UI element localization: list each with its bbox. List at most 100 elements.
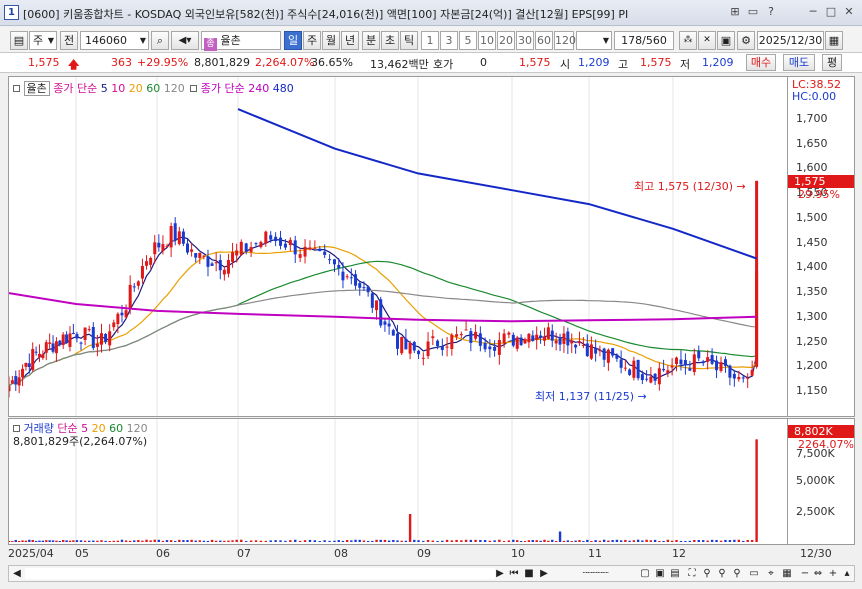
- volume-grid: [75, 419, 674, 544]
- close-icon[interactable]: ✕: [842, 5, 856, 19]
- candle-body: [79, 342, 83, 344]
- legend-stock-name[interactable]: 율촌: [23, 81, 50, 96]
- interval-30-button[interactable]: 30: [516, 31, 534, 50]
- interval-5-button[interactable]: 5: [459, 31, 477, 50]
- tile-icon[interactable]: ⊞: [728, 5, 742, 19]
- interval-60-button[interactable]: 60: [535, 31, 553, 50]
- sell-button[interactable]: 매도: [783, 54, 815, 71]
- low-label: 저: [680, 58, 691, 71]
- volume-toggle-icon[interactable]: [13, 425, 20, 432]
- volume-scale[interactable]: 8,802K 2264.07% 7,500K 5,000K 2,500K: [788, 418, 855, 545]
- volume-bar: [120, 539, 124, 542]
- volume-bar: [371, 540, 374, 542]
- expand-icon[interactable]: ▴: [840, 567, 854, 580]
- calendar-icon[interactable]: ▦: [825, 31, 843, 50]
- high-annotation: 최고 1,575 (12/30) →: [634, 178, 746, 194]
- tool5-icon[interactable]: ▭: [747, 567, 761, 580]
- interval-1-button[interactable]: 1: [421, 31, 439, 50]
- volume-bar: [543, 539, 546, 542]
- period-year-button[interactable]: 년: [341, 31, 359, 50]
- restore-icon[interactable]: ▭: [746, 5, 760, 19]
- volume-bar: [641, 540, 644, 542]
- candle-body: [235, 250, 239, 256]
- volume-bar: [104, 540, 107, 542]
- candle-body: [710, 355, 714, 364]
- volume-bar: [582, 541, 585, 542]
- scroll-track[interactable]: [25, 568, 495, 579]
- interval-120-button[interactable]: 120: [554, 31, 576, 50]
- stock-name-field[interactable]: 종 율촌: [201, 31, 281, 51]
- legend-ma-label: 종가 단순: [53, 82, 98, 95]
- interval-input[interactable]: ▼: [576, 31, 612, 50]
- interval-20-button[interactable]: 20: [497, 31, 515, 50]
- save-icon[interactable]: ▣: [717, 31, 735, 50]
- legend-toggle-icon[interactable]: [13, 85, 20, 92]
- cross-icon[interactable]: ✕: [698, 31, 716, 50]
- volume-bar: [602, 539, 606, 542]
- period-day-button[interactable]: 일: [284, 31, 302, 50]
- shrink-icon[interactable]: ⇔: [811, 567, 825, 580]
- tool7-icon[interactable]: ▦: [780, 567, 794, 580]
- candle-body: [145, 261, 149, 266]
- candle-body: [426, 341, 430, 357]
- volume-chart-pane[interactable]: 거래량 단순 5 20 60 120 8,801,829주(2,264.07%): [8, 418, 788, 545]
- tool1-icon[interactable]: ⛶: [685, 567, 699, 580]
- interval-3-button[interactable]: 3: [440, 31, 458, 50]
- period-week-button[interactable]: 주: [303, 31, 321, 50]
- tool3-icon[interactable]: ⚲: [715, 567, 729, 580]
- candle-body: [288, 239, 292, 246]
- tool6-icon[interactable]: ⌖: [764, 567, 778, 580]
- grid-icon[interactable]: ⁂: [679, 31, 697, 50]
- layout1-icon[interactable]: ▢: [638, 567, 652, 580]
- candle-body: [254, 243, 258, 245]
- chart-scrollbar[interactable]: ◀ ▶ ⏮ ■ ▶ ┈┈┈┈┈ ▢ ▣ ▤ ⛶ ⚲ ⚲ ⚲ ▭ ⌖ ▦ − ⇔ …: [8, 565, 855, 582]
- chart-icon[interactable]: ▤: [10, 31, 28, 50]
- search-icon[interactable]: ⌕: [151, 31, 169, 50]
- volume-bar: [178, 539, 181, 542]
- volume-bar: [662, 541, 665, 542]
- window-number-icon[interactable]: 1: [4, 5, 19, 20]
- volume-bar: [562, 540, 566, 542]
- scroll-right-icon[interactable]: ▶: [493, 567, 507, 580]
- stop-icon[interactable]: ■: [522, 567, 536, 580]
- price-chart-pane[interactable]: 율촌 종가 단순 5 10 20 60 120 종가 단순 240 480 최고…: [8, 76, 788, 417]
- legend-toggle2-icon[interactable]: [190, 85, 198, 92]
- stock-code-input[interactable]: 146060 ▼: [80, 31, 149, 50]
- type-select[interactable]: 주 ▼: [29, 31, 57, 50]
- volume-bar: [666, 539, 670, 542]
- zoom-slider[interactable]: ┈┈┈┈┈: [560, 567, 630, 580]
- interval-10-button[interactable]: 10: [478, 31, 496, 50]
- date-field[interactable]: 2025/12/30: [757, 31, 824, 50]
- layout2-icon[interactable]: ▣: [653, 567, 667, 580]
- sound-icon[interactable]: ◀▾: [171, 31, 199, 50]
- period-minute-button[interactable]: 분: [362, 31, 380, 50]
- candle-body: [570, 340, 574, 344]
- tool4-icon[interactable]: ⚲: [730, 567, 744, 580]
- zoom-in-icon[interactable]: +: [826, 567, 840, 580]
- prev-button[interactable]: 전: [60, 31, 78, 50]
- volume-bar: [244, 541, 248, 542]
- period-month-button[interactable]: 월: [322, 31, 340, 50]
- scroll-left-icon[interactable]: ◀: [10, 567, 24, 580]
- eval-button[interactable]: 평: [822, 54, 842, 71]
- volume-bar: [259, 540, 263, 542]
- candle-body: [383, 321, 387, 325]
- candle-body: [598, 350, 602, 352]
- gear-icon[interactable]: ⚙: [737, 31, 755, 50]
- volume-bar: [65, 540, 68, 542]
- hoga-price: 1,575: [519, 56, 551, 69]
- open-price: 1,209: [578, 56, 610, 69]
- help-icon[interactable]: ?: [764, 5, 778, 19]
- buy-button[interactable]: 매수: [746, 54, 776, 71]
- minimize-icon[interactable]: ─: [806, 5, 820, 19]
- play-icon[interactable]: ▶: [537, 567, 551, 580]
- price-scale[interactable]: LC:38.52 HC:0.00 1,700 1,650 1,600 1,550 1,5…: [788, 76, 855, 417]
- data-count-field[interactable]: 178/560: [614, 31, 674, 50]
- maximize-icon[interactable]: □: [824, 5, 838, 19]
- tool2-icon[interactable]: ⚲: [700, 567, 714, 580]
- layout3-icon[interactable]: ▤: [668, 567, 682, 580]
- rewind-icon[interactable]: ⏮: [507, 567, 521, 580]
- period-tick-button[interactable]: 틱: [400, 31, 418, 50]
- zoom-out-icon[interactable]: −: [798, 567, 812, 580]
- period-second-button[interactable]: 초: [381, 31, 399, 50]
